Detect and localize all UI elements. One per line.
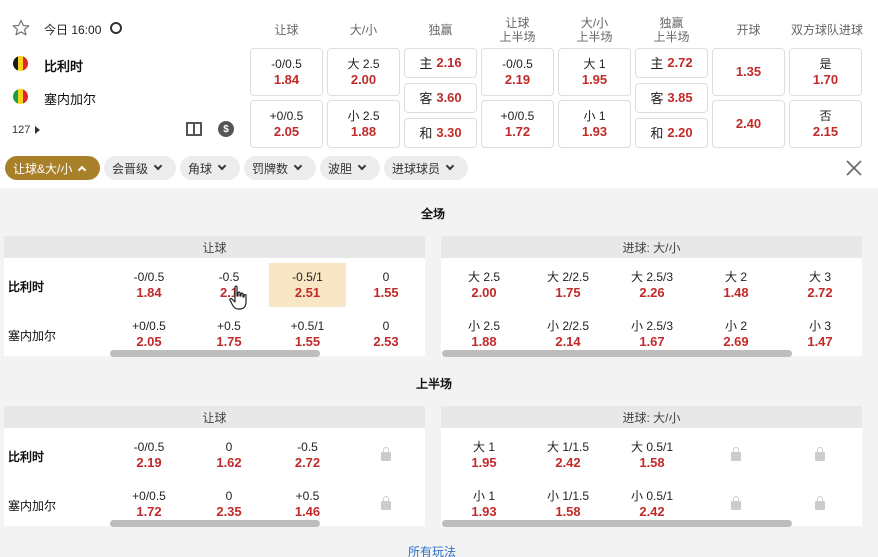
odds-option[interactable]: 大 1 1.95 — [442, 433, 526, 477]
odds-cell[interactable]: 小 1 1.93 — [558, 100, 631, 148]
section-title-first-half: 上半场 — [416, 377, 453, 391]
odds-cell[interactable]: 否 2.15 — [789, 100, 862, 148]
filter-chip-label: 罚牌数 — [252, 161, 289, 176]
horizontal-scrollbar[interactable] — [442, 520, 792, 527]
lock-icon — [815, 496, 825, 510]
lock-icon — [731, 496, 741, 510]
away-team-name: 塞内加尔 — [44, 92, 97, 107]
odds-cell[interactable]: 大 1 1.95 — [558, 48, 631, 96]
panel-header: 让球 — [4, 406, 425, 428]
star-icon[interactable] — [12, 19, 30, 37]
odds-option[interactable]: 大 0.5/1 1.58 — [610, 433, 694, 477]
odds-option[interactable]: 小 3 1.47 — [778, 312, 862, 356]
lock-icon — [381, 447, 391, 461]
odds-cell[interactable]: +0/0.5 1.72 — [481, 100, 554, 148]
odds-cell[interactable]: -0/0.5 2.19 — [481, 48, 554, 96]
lock-icon — [815, 447, 825, 461]
odds-cell[interactable]: 主 2.72 — [635, 48, 708, 78]
row-label-away: 塞内加尔 — [8, 499, 57, 513]
chevron-down-icon — [153, 161, 163, 171]
filter-chip-label: 波胆 — [328, 161, 353, 176]
filter-chip-correct-score[interactable]: 波胆 — [320, 156, 380, 180]
odds-option[interactable]: 大 1/1.5 2.42 — [526, 433, 610, 477]
chevron-down-icon — [445, 161, 455, 171]
panel-header: 进球: 大/小 — [441, 406, 862, 428]
row-label-away: 塞内加尔 — [8, 329, 57, 343]
odds-cell[interactable]: +0/0.5 2.05 — [250, 100, 323, 148]
row-label-home: 比利时 — [8, 280, 45, 294]
pitch-icon[interactable] — [186, 122, 202, 136]
horizontal-scrollbar[interactable] — [442, 350, 792, 357]
filter-chip-label: 会晋级 — [112, 161, 149, 176]
filter-chip-qualify[interactable]: 会晋级 — [104, 156, 176, 180]
odds-cell[interactable]: 1.35 — [712, 48, 785, 96]
senegal-flag-icon — [13, 89, 28, 104]
odds-cell[interactable]: 主 2.16 — [404, 48, 477, 78]
lock-icon — [381, 496, 391, 510]
col-head-handicap: 让球 — [274, 23, 299, 37]
col-head-kickoff: 开球 — [736, 23, 761, 37]
col-head-1x2-1h: 独赢 上半场 — [653, 16, 690, 44]
chevron-down-icon — [357, 161, 367, 171]
odds-cell[interactable]: 和 3.30 — [404, 118, 477, 148]
odds-option-selected[interactable]: -0.5/1 2.51 — [269, 263, 346, 307]
odds-option[interactable]: -0/0.5 1.84 — [110, 263, 188, 307]
filter-chip-label: 角球 — [188, 161, 213, 176]
odds-option[interactable]: 大 2 1.48 — [694, 263, 778, 307]
horizontal-scrollbar[interactable] — [110, 350, 320, 357]
belgium-flag-icon — [13, 56, 28, 71]
filter-chip-scorers[interactable]: 进球球员 — [384, 156, 468, 180]
odds-option[interactable]: -0.5 2.72 — [269, 433, 346, 477]
odds-option[interactable]: 大 2.5/3 2.26 — [610, 263, 694, 307]
odds-option[interactable]: 0 1.55 — [347, 263, 425, 307]
col-head-1x2: 独赢 — [428, 23, 453, 37]
odds-cell[interactable]: 和 2.20 — [635, 118, 708, 148]
odds-cell[interactable]: -0/0.5 1.84 — [250, 48, 323, 96]
close-icon[interactable] — [845, 159, 863, 177]
chevron-down-icon — [217, 161, 227, 171]
col-head-btts: 双方球队进球 — [790, 23, 863, 37]
chevron-up-icon — [78, 165, 87, 174]
market-count[interactable]: 127 — [12, 124, 30, 136]
filter-chip-label: 让球&大/小 — [13, 161, 73, 176]
horizontal-scrollbar[interactable] — [110, 520, 320, 527]
chevron-right-icon[interactable] — [35, 126, 40, 134]
filter-chip-label: 进球球员 — [392, 161, 441, 176]
odds-cell[interactable]: 客 3.60 — [404, 83, 477, 113]
col-head-over-under: 大/小 — [349, 23, 378, 37]
odds-option[interactable]: -0/0.5 2.19 — [110, 433, 188, 477]
dollar-icon[interactable]: $ — [218, 121, 234, 137]
col-head-handicap-1h: 让球 上半场 — [499, 16, 536, 44]
odds-cell[interactable]: 小 2.5 1.88 — [327, 100, 400, 148]
odds-option[interactable]: 0 2.53 — [347, 312, 425, 356]
panel-header: 让球 — [4, 236, 425, 258]
clock-icon — [110, 22, 122, 34]
odds-option[interactable]: 大 2/2.5 1.75 — [526, 263, 610, 307]
home-team-name: 比利时 — [44, 59, 84, 74]
odds-cell[interactable]: 是 1.70 — [789, 48, 862, 96]
lock-icon — [731, 447, 741, 461]
hand-cursor-icon — [229, 285, 247, 310]
odds-cell[interactable]: 大 2.5 2.00 — [327, 48, 400, 96]
filter-chip-cards[interactable]: 罚牌数 — [244, 156, 316, 180]
filter-chip-corners[interactable]: 角球 — [180, 156, 240, 180]
odds-cell[interactable]: 2.40 — [712, 100, 785, 148]
odds-option[interactable]: 大 3 2.72 — [778, 263, 862, 307]
section-title-full-time: 全场 — [421, 207, 446, 221]
row-label-home: 比利时 — [8, 450, 45, 464]
col-head-over-under-1h: 大/小 上半场 — [576, 16, 613, 44]
all-markets-link[interactable]: 所有玩法 — [408, 543, 456, 557]
odds-option[interactable]: 大 2.5 2.00 — [442, 263, 526, 307]
odds-cell[interactable]: 客 3.85 — [635, 83, 708, 113]
panel-header: 进球: 大/小 — [441, 236, 862, 258]
chevron-down-icon — [293, 161, 303, 171]
filter-chip-handicap-ou[interactable]: 让球&大/小 — [5, 156, 100, 180]
match-time: 今日 16:00 — [44, 23, 102, 37]
odds-option[interactable]: 0 1.62 — [190, 433, 268, 477]
